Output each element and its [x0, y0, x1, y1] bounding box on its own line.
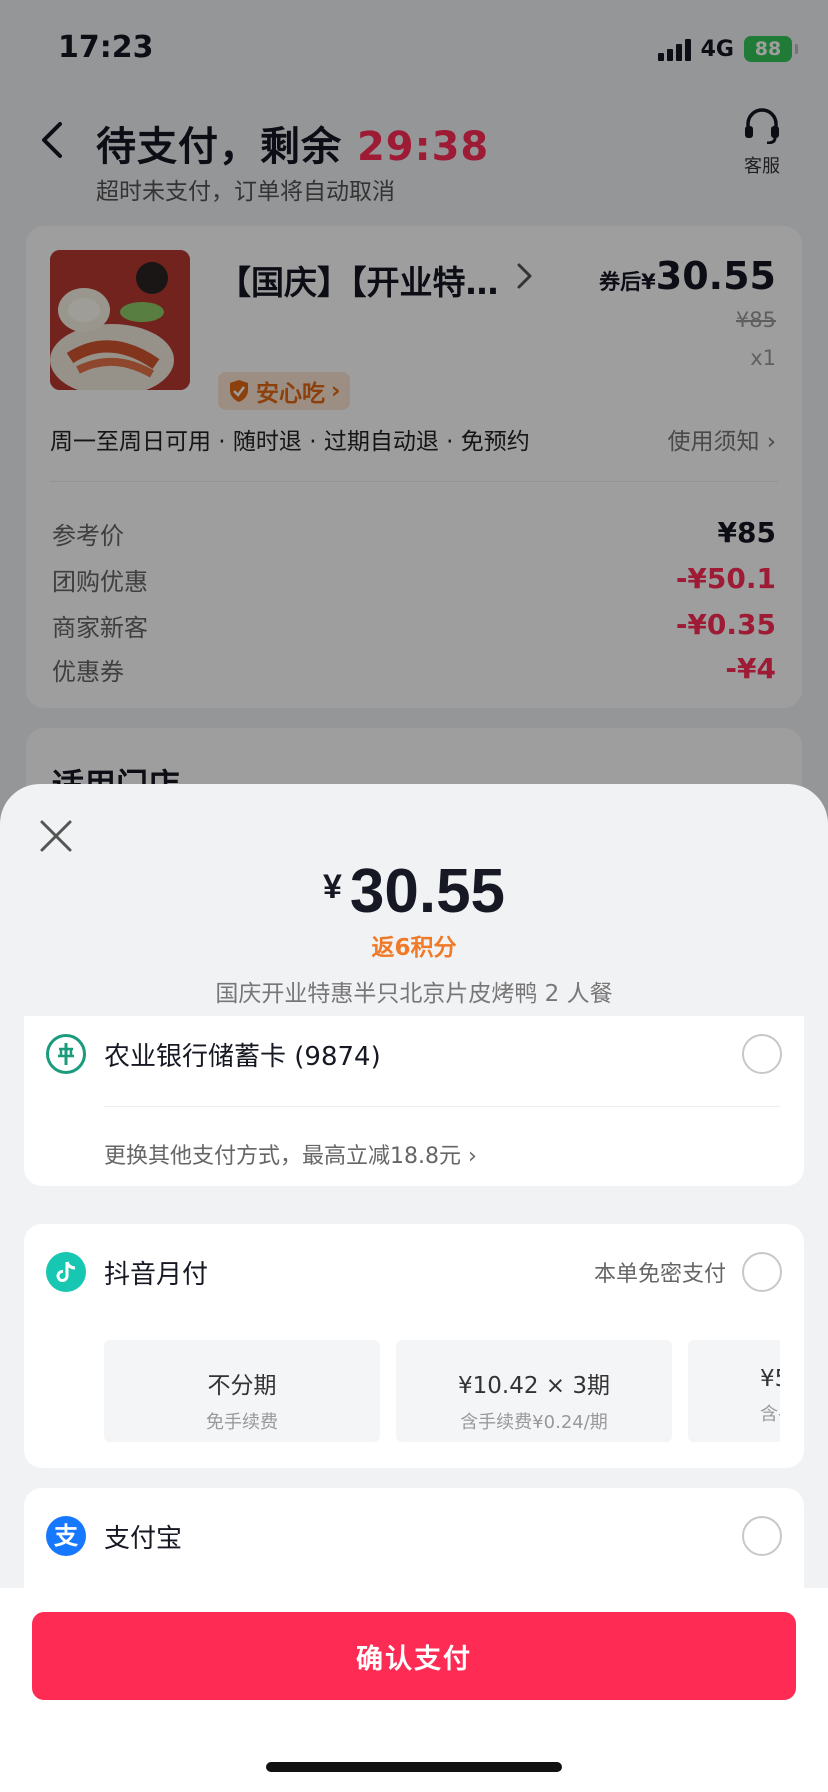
pay-option-bank-card[interactable]: 农业银行储蓄卡 (9874) 更换其他支付方式，最高立减18.8元 ›: [24, 1016, 804, 1186]
bank-card-radio[interactable]: [742, 1034, 782, 1074]
chevron-right-icon: ›: [468, 1144, 477, 1169]
alipay-name: 支付宝: [104, 1523, 183, 1554]
installment-options: 不分期 免手续费 ¥10.42 × 3期 含手续费¥0.24/期 ¥5 含手: [104, 1340, 780, 1444]
installment-title: 不分期: [207, 1373, 277, 1399]
installment-option[interactable]: ¥5 含手: [688, 1340, 780, 1442]
installment-option[interactable]: 不分期 免手续费: [104, 1340, 380, 1442]
bank-card-name: 农业银行储蓄卡 (9874): [104, 1041, 381, 1072]
installment-subtitle: 含手续费¥0.24/期: [460, 1412, 608, 1433]
confirm-payment-button[interactable]: 确认支付: [32, 1612, 796, 1700]
switch-payment-text: 更换其他支付方式，最高立减18.8元: [104, 1144, 461, 1169]
installment-subtitle: 含手: [760, 1404, 780, 1425]
installment-title: ¥10.42 × 3期: [457, 1373, 610, 1399]
bank-row[interactable]: 农业银行储蓄卡 (9874): [46, 1030, 782, 1078]
divider: [104, 1106, 780, 1107]
douyin-row[interactable]: 抖音月付 本单免密支付: [46, 1248, 782, 1296]
order-description: 国庆开业特惠半只北京片皮烤鸭 2 人餐: [215, 981, 613, 1007]
payment-amount: ¥30.55: [0, 856, 828, 927]
alipay-icon: 支: [46, 1516, 86, 1556]
douyin-pay-radio[interactable]: [742, 1252, 782, 1292]
home-indicator[interactable]: [266, 1762, 562, 1772]
close-icon[interactable]: [38, 818, 74, 854]
installment-option[interactable]: ¥10.42 × 3期 含手续费¥0.24/期: [396, 1340, 672, 1442]
installment-subtitle: 免手续费: [206, 1412, 278, 1433]
alipay-radio[interactable]: [742, 1516, 782, 1556]
points-reward: 返6积分: [371, 935, 457, 961]
password-free-label: 本单免密支付: [593, 1262, 726, 1287]
douyin-pay-icon: [46, 1252, 86, 1292]
installment-title: ¥5: [760, 1366, 780, 1392]
douyin-pay-name: 抖音月付: [104, 1259, 209, 1290]
pay-option-douyin-monthly[interactable]: 抖音月付 本单免密支付 不分期 免手续费 ¥10.42 × 3期 含手续费¥0.…: [24, 1224, 804, 1468]
agricultural-bank-icon: [46, 1034, 86, 1074]
amount-value: 30.55: [349, 857, 506, 926]
alipay-glyph: 支: [54, 1522, 78, 1550]
switch-payment-method-link[interactable]: 更换其他支付方式，最高立减18.8元 ›: [104, 1138, 477, 1170]
alipay-row[interactable]: 支 支付宝: [46, 1512, 782, 1560]
sheet-footer: 确认支付: [0, 1588, 828, 1792]
currency-symbol: ¥: [322, 868, 342, 906]
